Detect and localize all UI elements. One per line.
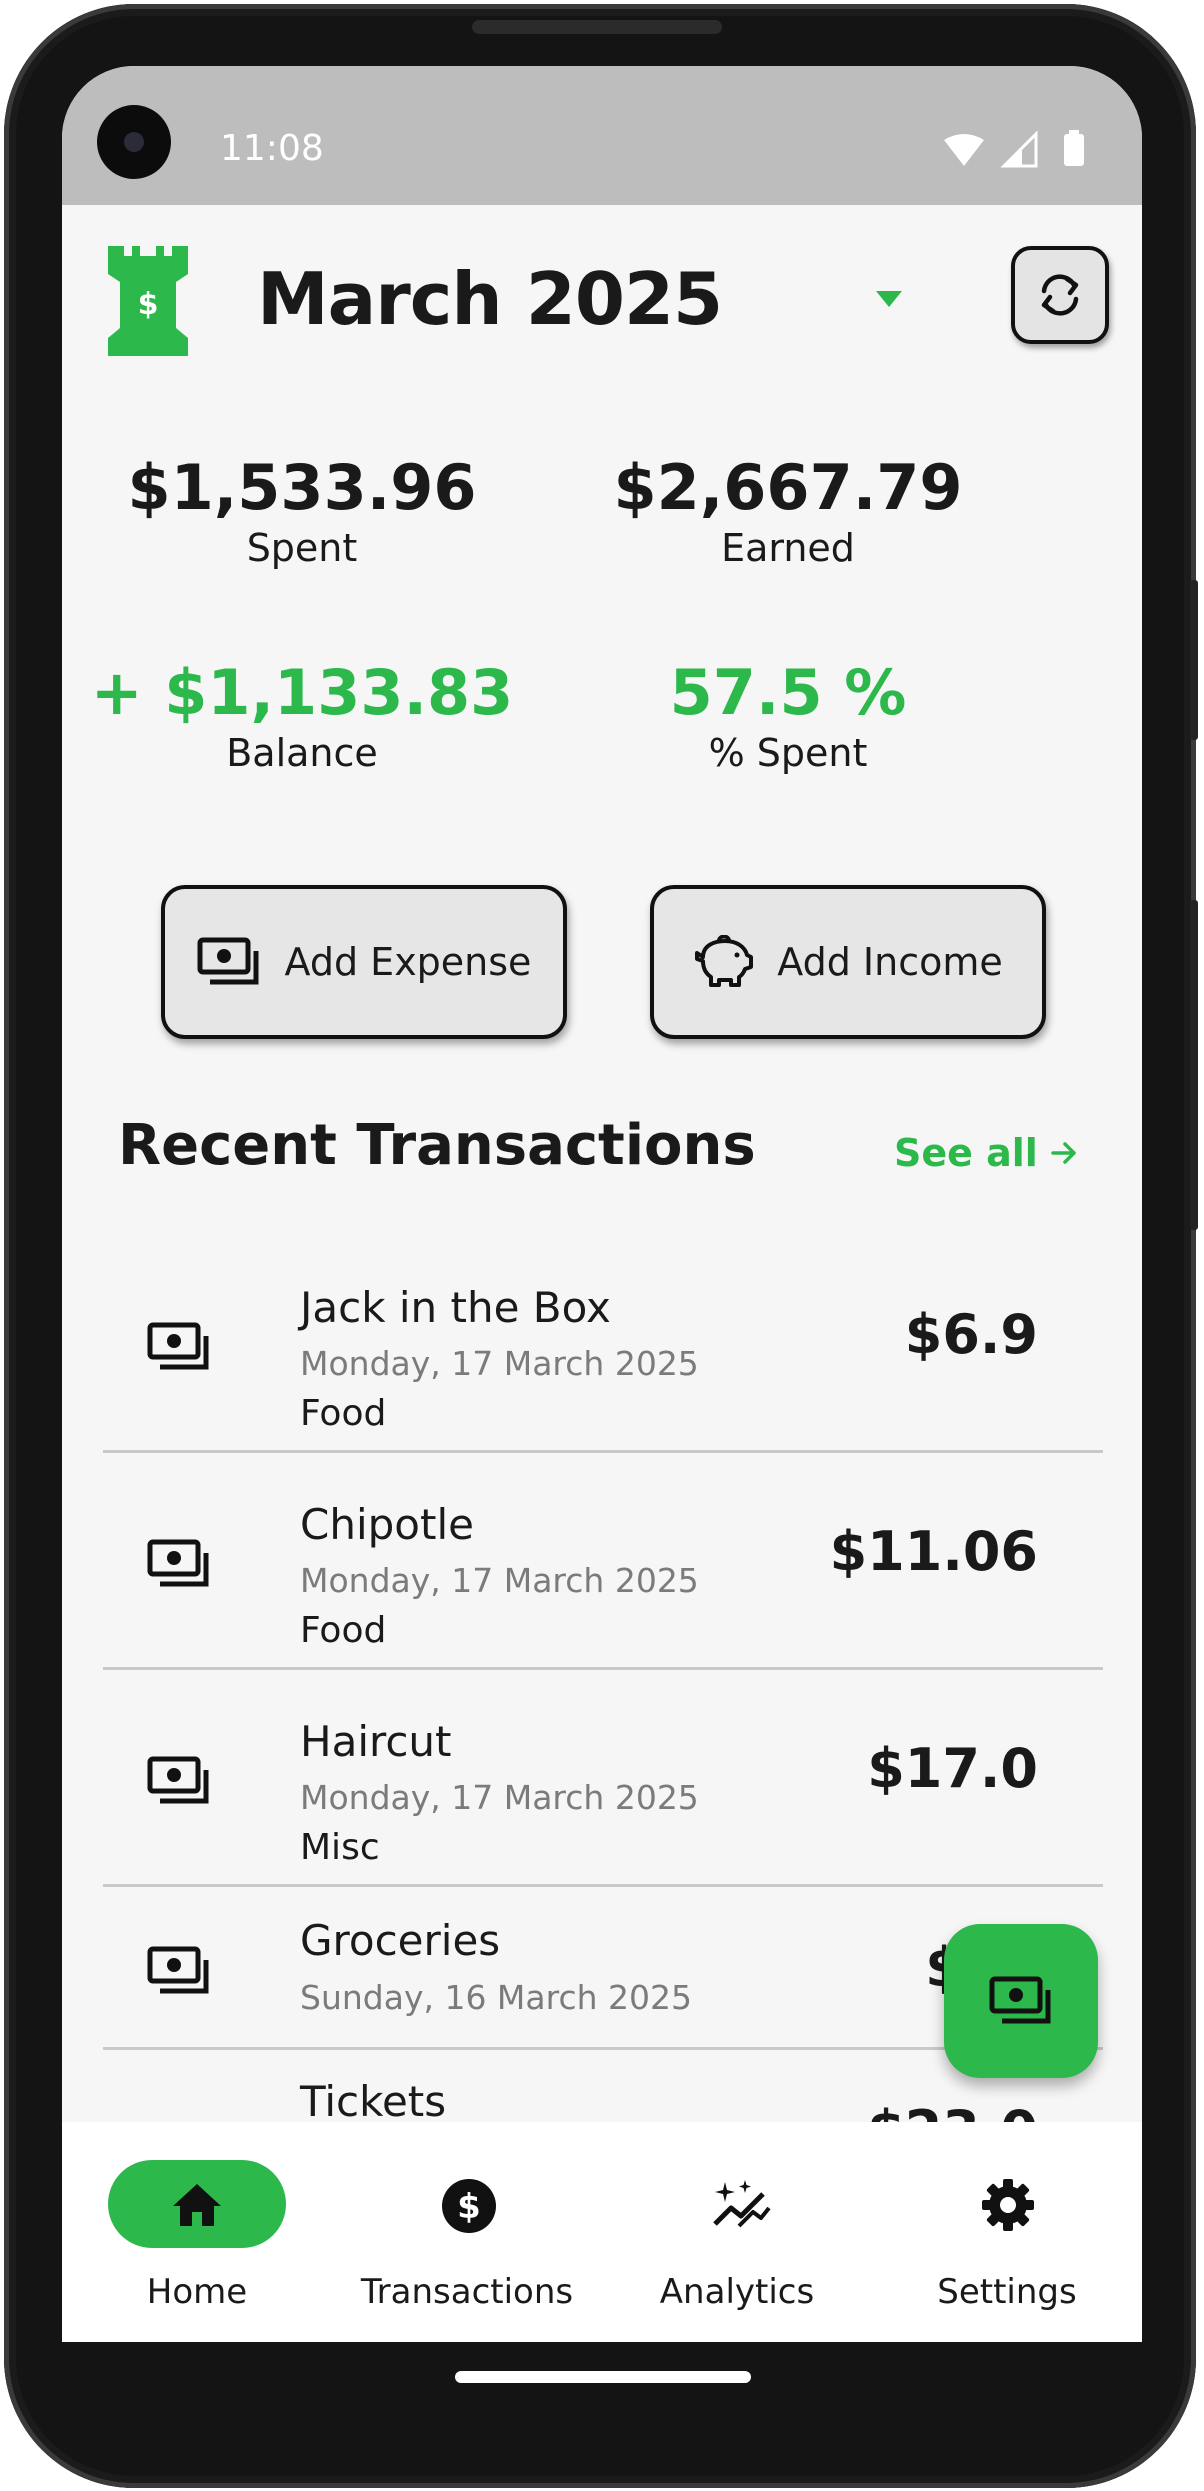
piggy-bank-icon [695,935,754,987]
cash-icon [147,1946,209,1994]
transaction-date: Monday, 17 March 2025 [300,1561,699,1600]
transaction-date: Sunday, 16 March 2025 [300,1978,693,2017]
earned-label: Earned [721,526,855,570]
nav-transactions-label: Transactions [360,2272,574,2312]
percent-spent-stat: 57.5 % % Spent [548,656,1028,775]
transaction-item[interactable]: Haircut Monday, 17 March 2025 Misc $17.0 [103,1667,1103,1887]
dropdown-arrow-icon[interactable] [874,289,904,309]
svg-text:$: $ [457,2187,481,2227]
camera-cutout [97,105,171,179]
home-indicator[interactable] [455,2371,751,2383]
add-income-button[interactable]: Add Income [650,885,1046,1039]
nav-home-label: Home [146,2272,248,2312]
transaction-amount: $17.0 [867,1737,1038,1800]
month-title[interactable]: March 2025 [257,257,723,341]
wifi-icon [944,134,984,166]
nav-analytics[interactable]: Analytics [602,2122,872,2342]
gear-icon [982,2179,1034,2231]
add-transaction-fab[interactable] [944,1924,1098,2078]
nav-analytics-label: Analytics [659,2272,815,2312]
cash-icon [989,1976,1051,2024]
cash-icon [147,1322,209,1370]
volume-button [1190,580,1198,740]
refresh-button[interactable] [1011,246,1109,344]
transaction-name: Haircut [300,1717,452,1766]
nav-home[interactable]: Home [62,2122,332,2342]
bottom-navigation: Home $ Transactions Analytics Settings [62,2122,1142,2342]
arrow-right-icon [1051,1142,1076,1164]
status-bar: 11:08 [62,66,1142,205]
transaction-name: Groceries [300,1916,501,1965]
battery-icon [1064,134,1084,166]
percent-spent-value: 57.5 % [669,656,907,729]
transaction-item[interactable]: Jack in the Box Monday, 17 March 2025 Fo… [103,1233,1103,1453]
transaction-amount: $6.9 [904,1303,1038,1366]
balance-value: + $1,133.83 [90,656,514,729]
spent-stat: $1,533.96 Spent [62,451,542,570]
earned-value: $2,667.79 [613,451,963,524]
transaction-date: Monday, 17 March 2025 [300,1778,699,1817]
status-icons [944,130,1084,168]
app-header: $ March 2025 [62,205,1142,405]
earpiece-speaker [472,20,722,34]
nav-settings[interactable]: Settings [872,2122,1142,2342]
transaction-name: Jack in the Box [300,1283,611,1332]
recent-transactions-title: Recent Transactions [118,1113,756,1178]
nav-transactions[interactable]: $ Transactions [332,2122,602,2342]
transaction-category: Misc [300,1827,380,1868]
transaction-category: Food [300,1610,387,1651]
power-button [1190,900,1198,1230]
sync-icon [1041,274,1079,316]
app-logo-icon: $ [108,246,188,356]
transaction-name: Tickets [300,2077,447,2126]
svg-text:$: $ [138,287,159,322]
transaction-amount: $11.06 [829,1520,1038,1583]
balance-label: Balance [226,731,378,775]
percent-spent-label: % Spent [708,731,868,775]
cash-icon [197,937,259,985]
balance-stat: + $1,133.83 Balance [62,656,542,775]
transaction-item[interactable]: Chipotle Monday, 17 March 2025 Food $11.… [103,1450,1103,1670]
nav-settings-label: Settings [937,2272,1077,2312]
add-expense-label: Add Expense [284,940,532,984]
add-income-label: Add Income [777,940,1003,984]
cash-icon [147,1756,209,1804]
analytics-sparkle-icon [713,2180,771,2228]
status-time: 11:08 [220,128,324,169]
dollar-circle-icon: $ [442,2179,496,2233]
app-screen: 11:08 $ March 2025 $1,533.96 Spent $2,66… [62,66,1142,2342]
add-expense-button[interactable]: Add Expense [161,885,567,1039]
see-all-label: See all [894,1131,1038,1175]
spent-value: $1,533.96 [127,451,477,524]
see-all-link[interactable]: See all [894,1131,1078,1175]
transaction-category: Food [300,1393,387,1434]
transaction-date: Monday, 17 March 2025 [300,1344,699,1383]
earned-stat: $2,667.79 Earned [548,451,1028,570]
spent-label: Spent [246,526,358,570]
home-icon [173,2184,221,2226]
cash-icon [147,1539,209,1587]
transaction-name: Chipotle [300,1500,474,1549]
